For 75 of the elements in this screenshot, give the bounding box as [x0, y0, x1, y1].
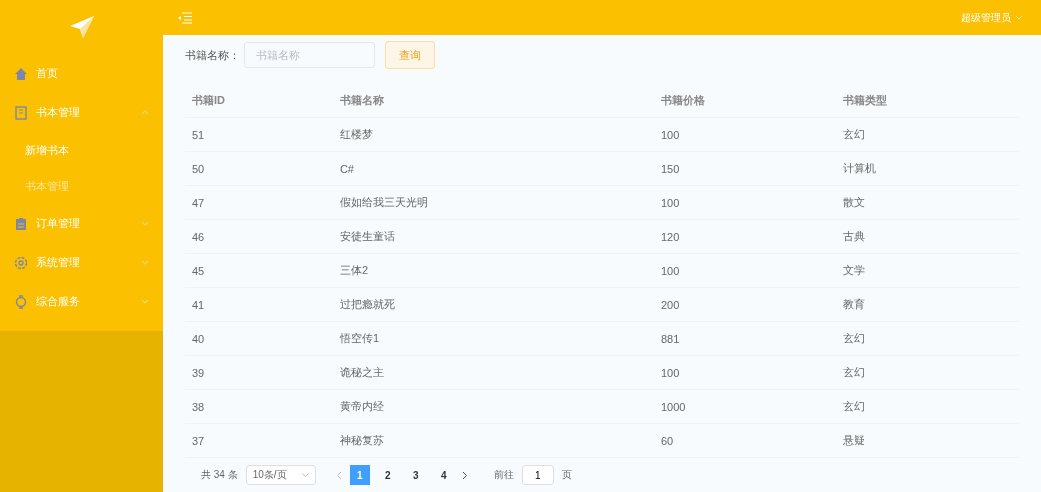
clipboard-icon [14, 216, 28, 231]
page-suffix: 页 [561, 468, 572, 482]
previous-page-icon[interactable] [335, 470, 342, 480]
table-cell: 安徒生童话 [332, 219, 654, 254]
page-button[interactable]: 3 [405, 465, 426, 485]
table-cell: 假如给我三天光明 [332, 185, 654, 220]
table-cell: 100 [653, 185, 837, 220]
table-cell: 1000 [653, 389, 837, 424]
table-cell: 47 [185, 185, 333, 220]
menu-item[interactable]: 综合服务 [0, 282, 163, 321]
page-input[interactable]: 1 [521, 465, 554, 485]
submenu-item[interactable]: 书本管理 [0, 168, 163, 204]
table-cell: 38 [185, 389, 333, 424]
table-cell: 46 [185, 219, 333, 254]
table-cell: 200 [653, 287, 837, 322]
book-icon [14, 105, 28, 120]
table-cell: 37 [185, 423, 333, 458]
table-cell: 散文 [836, 185, 1019, 220]
table-cell: 玄幻 [836, 355, 1019, 390]
home-icon [14, 66, 28, 81]
watch-icon [14, 294, 28, 309]
table-cell: 41 [185, 287, 333, 322]
table-cell: 红楼梦 [332, 117, 654, 152]
table-cell: 50 [185, 151, 333, 186]
table-cell: 45 [185, 253, 333, 288]
column-header: 书籍名称 [332, 83, 654, 118]
table-cell: 51 [185, 117, 333, 152]
table-cell: 神秘复苏 [332, 423, 654, 458]
goto-label: 前往 [493, 468, 514, 482]
table-cell: 文学 [836, 253, 1019, 288]
table-cell: 计算机 [836, 151, 1019, 186]
table-cell: C# [332, 151, 654, 186]
total-count: 共 34 条 [201, 468, 238, 482]
page-button[interactable]: 2 [377, 465, 398, 485]
table-cell: 三体2 [332, 253, 654, 288]
table-cell: 40 [185, 321, 333, 356]
page-size-select[interactable]: 10条/页 [245, 465, 316, 485]
next-page-icon[interactable] [461, 470, 468, 480]
column-header: 书籍价格 [653, 83, 837, 118]
table-cell: 玄幻 [836, 117, 1019, 152]
page-button[interactable]: 1 [349, 465, 370, 485]
column-header: 书籍ID [185, 83, 333, 118]
table-cell: 黄帝内经 [332, 389, 654, 424]
menu-item[interactable]: 系统管理 [0, 243, 163, 282]
table-cell: 100 [653, 253, 837, 288]
page-button[interactable]: 4 [433, 465, 454, 485]
menu-item[interactable]: 书本管理 [0, 93, 163, 132]
table-cell: 玄幻 [836, 321, 1019, 356]
menu-item[interactable]: 订单管理 [0, 204, 163, 243]
search-field[interactable]: 书籍名称 [244, 42, 375, 68]
table-cell: 100 [653, 355, 837, 390]
gear-icon [14, 255, 28, 270]
column-header: 书籍类型 [836, 83, 1019, 118]
table-cell: 悬疑 [836, 423, 1019, 458]
table-cell: 39 [185, 355, 333, 390]
table-cell: 100 [653, 117, 837, 152]
table-cell: 60 [653, 423, 837, 458]
table-cell: 教育 [836, 287, 1019, 322]
caret-icon [301, 473, 309, 477]
user-menu[interactable]: 超级管理员 [955, 9, 1029, 26]
table-cell: 玄幻 [836, 389, 1019, 424]
field-label: 书籍名称： [185, 47, 240, 63]
paper-plane-icon [68, 15, 95, 39]
menu-icon[interactable] [178, 11, 192, 24]
table-cell: 881 [653, 321, 837, 356]
table-cell: 过把瘾就死 [332, 287, 654, 322]
table-cell: 120 [653, 219, 837, 254]
caret-icon [1015, 15, 1023, 20]
submenu-item[interactable]: 新增书本 [0, 132, 163, 168]
query-button[interactable]: 查询 [385, 41, 435, 69]
table-cell: 150 [653, 151, 837, 186]
table-cell: 古典 [836, 219, 1019, 254]
table-cell: 悟空传1 [332, 321, 654, 356]
menu-item[interactable]: 首页 [0, 54, 163, 93]
table-cell: 诡秘之主 [332, 355, 654, 390]
